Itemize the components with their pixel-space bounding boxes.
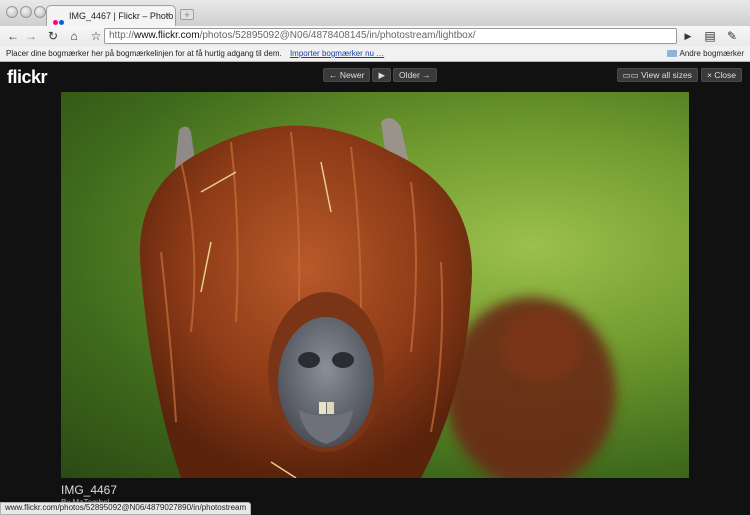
home-icon[interactable]: ⌂ [66,28,82,44]
zoom-window-button[interactable] [34,6,46,18]
minimize-window-button[interactable] [20,6,32,18]
folder-icon [666,50,677,58]
flickr-lightbox: flickr ← Newer ▶ Older → ▭▭ View all siz… [0,62,750,514]
bookmarks-hint: Placer dine bogmærker her på bogmærkelin… [6,49,282,58]
star-icon[interactable]: ☆ [88,28,104,44]
browser-tab[interactable]: IMG_4467 | Flickr – Photo Sh × [46,5,176,26]
photo-navigation: ← Newer ▶ Older → [323,68,437,82]
photo-title[interactable]: IMG_4467 [61,483,117,497]
new-tab-button[interactable]: + [180,9,194,20]
flickr-logo[interactable]: flickr [7,67,48,88]
lightbox-actions: ▭▭ View all sizes × Close [616,68,742,82]
close-lightbox-button[interactable]: × Close [700,68,742,82]
back-arrow-icon[interactable]: ← [5,28,21,44]
older-button[interactable]: Older → [392,68,437,82]
tab-title: IMG_4467 | Flickr – Photo Sh [69,11,176,21]
logo-text: flick [7,67,41,87]
url-host: www.flickr.com [134,30,200,41]
wrench-icon[interactable]: ✎ [724,28,740,44]
browser-title-bar: IMG_4467 | Flickr – Photo Sh × + [0,0,750,27]
bookmarks-bar: Placer dine bogmærker her på bogmærkelin… [0,46,750,62]
browser-toolbar: ← → ↻ ⌂ ☆ http://www.flickr.com/photos/5… [0,26,750,46]
address-bar[interactable]: http://www.flickr.com/photos/52895092@N0… [104,28,677,44]
close-window-button[interactable] [6,6,18,18]
other-bookmarks-button[interactable]: Andre bogmærker [666,46,744,61]
logo-r: r [40,67,48,87]
view-all-sizes-label: View all sizes [641,70,692,80]
alpaca-photo-illustration [139,118,616,478]
tab-close-icon[interactable]: × [165,6,171,26]
import-bookmarks-link[interactable]: Importer bogmærker nu … [290,49,384,58]
alpaca-photo[interactable] [61,92,689,478]
page-menu-icon[interactable]: ▤ [702,28,718,44]
view-all-sizes-button[interactable]: ▭▭ View all sizes [616,68,698,82]
sizes-icon: ▭▭ [622,70,639,80]
url-path: /photos/52895092@N06/4878408145/in/photo… [199,30,476,41]
status-bar: www.flickr.com/photos/52895092@N06/48790… [0,502,252,515]
reload-icon[interactable]: ↻ [45,28,61,44]
other-bookmarks-label: Andre bogmærker [679,49,744,58]
forward-arrow-icon[interactable]: → [23,28,39,44]
play-icon[interactable]: ▶ [680,28,696,44]
slideshow-play-button[interactable]: ▶ [372,68,391,82]
newer-button[interactable]: ← Newer [323,68,371,82]
flickr-favicon-icon [53,12,65,25]
url-prefix: http:// [109,30,135,41]
